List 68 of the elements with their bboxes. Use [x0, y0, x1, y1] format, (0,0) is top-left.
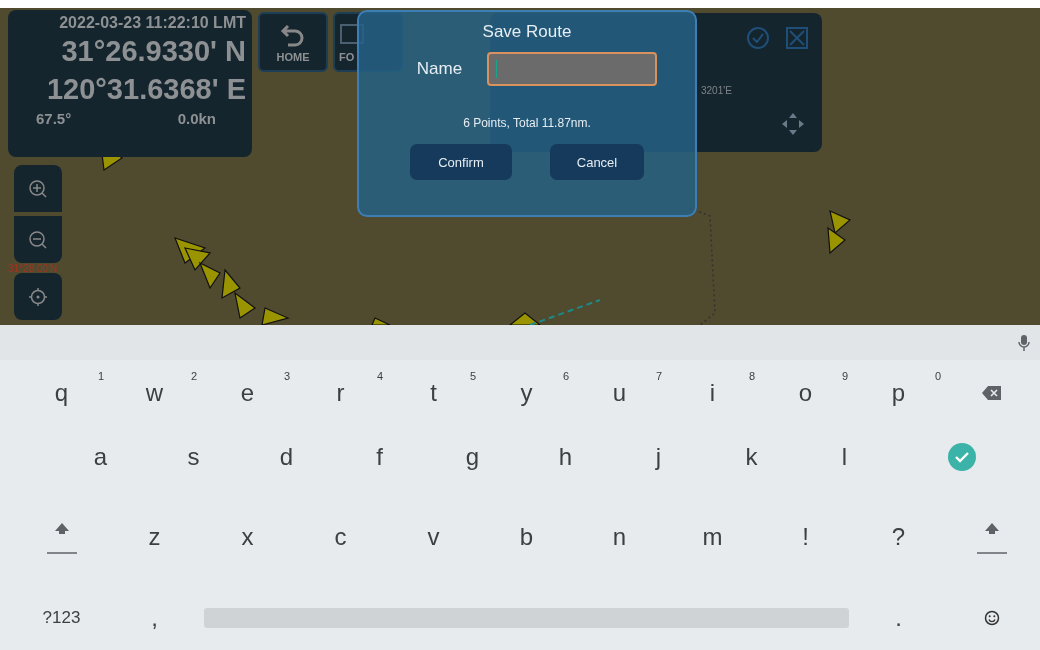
- letter-key[interactable]: f: [333, 426, 426, 488]
- check-circle-icon: [947, 443, 976, 471]
- number-hint: 1: [97, 370, 104, 382]
- locate-button[interactable]: [14, 273, 62, 320]
- number-hint: 9: [841, 370, 848, 382]
- confirm-button[interactable]: Confirm: [410, 144, 512, 180]
- letter-key[interactable]: u 7: [573, 360, 666, 426]
- letter-key[interactable]: n: [573, 488, 666, 586]
- letter-key[interactable]: j: [612, 426, 705, 488]
- letter-key[interactable]: c: [294, 488, 387, 586]
- backspace-icon: [981, 386, 1002, 400]
- letter-key[interactable]: !: [759, 488, 852, 586]
- letter-key[interactable]: i 8: [666, 360, 759, 426]
- letter-key[interactable]: .: [852, 586, 945, 650]
- dialog-title: Save Route: [482, 22, 572, 42]
- letter-key[interactable]: r 4: [294, 360, 387, 426]
- speed-text: 0.0kn: [177, 110, 216, 127]
- clock-text: 2022-03-23 11:22:10 LMT: [59, 14, 246, 32]
- number-hint: 8: [748, 370, 755, 382]
- letter-key[interactable]: y 6: [480, 360, 573, 426]
- heading-text: 67.5°: [36, 110, 72, 127]
- zoom-in-button[interactable]: [14, 165, 62, 212]
- letter-key[interactable]: w 2: [108, 360, 201, 426]
- letter-key[interactable]: p 0: [852, 360, 945, 426]
- letter-key[interactable]: t 5: [387, 360, 480, 426]
- letter-key[interactable]: k: [705, 426, 798, 488]
- smiley-icon: [983, 610, 1000, 626]
- letter-key[interactable]: o 9: [759, 360, 852, 426]
- number-hint: 7: [655, 370, 662, 382]
- cancel-button[interactable]: Cancel: [550, 144, 644, 180]
- letter-key[interactable]: ?: [852, 488, 945, 586]
- number-hint: 2: [190, 370, 197, 382]
- zoom-out-button[interactable]: [14, 216, 62, 263]
- zoom-in-icon: [28, 178, 48, 199]
- letter-key[interactable]: h: [519, 426, 612, 488]
- letter-key[interactable]: q 1: [15, 360, 108, 426]
- name-label: Name: [416, 59, 463, 79]
- letter-key[interactable]: x: [201, 488, 294, 586]
- letter-key[interactable]: l: [798, 426, 891, 488]
- route-summary-text: 6 Points, Total 11.87nm.: [463, 116, 591, 130]
- close-icon[interactable]: [786, 27, 808, 49]
- letter-key[interactable]: g: [426, 426, 519, 488]
- latitude-grid-label: 31°28.00'N: [8, 263, 58, 274]
- number-hint: 6: [562, 370, 569, 382]
- number-hint: 3: [283, 370, 290, 382]
- move-arrows-icon[interactable]: [780, 111, 806, 137]
- letter-key[interactable]: ,: [108, 586, 201, 650]
- number-hint: 5: [469, 370, 476, 382]
- name-input-field[interactable]: [487, 52, 658, 86]
- letter-key[interactable]: z: [108, 488, 201, 586]
- letter-key[interactable]: m: [666, 488, 759, 586]
- letter-key[interactable]: e 3: [201, 360, 294, 426]
- crosshair-icon: [28, 286, 48, 307]
- home-button[interactable]: HOME: [258, 12, 328, 72]
- number-hint: 4: [376, 370, 383, 382]
- letter-key[interactable]: d: [240, 426, 333, 488]
- zoom-out-icon: [28, 229, 48, 250]
- letter-key[interactable]: b: [480, 488, 573, 586]
- route-coordinate-text: 3201'E: [701, 85, 732, 96]
- microphone-icon[interactable]: [1018, 334, 1030, 352]
- letter-key[interactable]: s: [147, 426, 240, 488]
- letter-key[interactable]: a: [54, 426, 147, 488]
- longitude-text: 120°31.6368' E: [46, 72, 246, 107]
- check-circle-icon[interactable]: [746, 26, 770, 50]
- latitude-text: 31°26.9330' N: [61, 34, 246, 69]
- symbols-key[interactable]: ?123: [15, 586, 108, 650]
- letter-key[interactable]: v: [387, 488, 480, 586]
- number-hint: 0: [934, 370, 941, 382]
